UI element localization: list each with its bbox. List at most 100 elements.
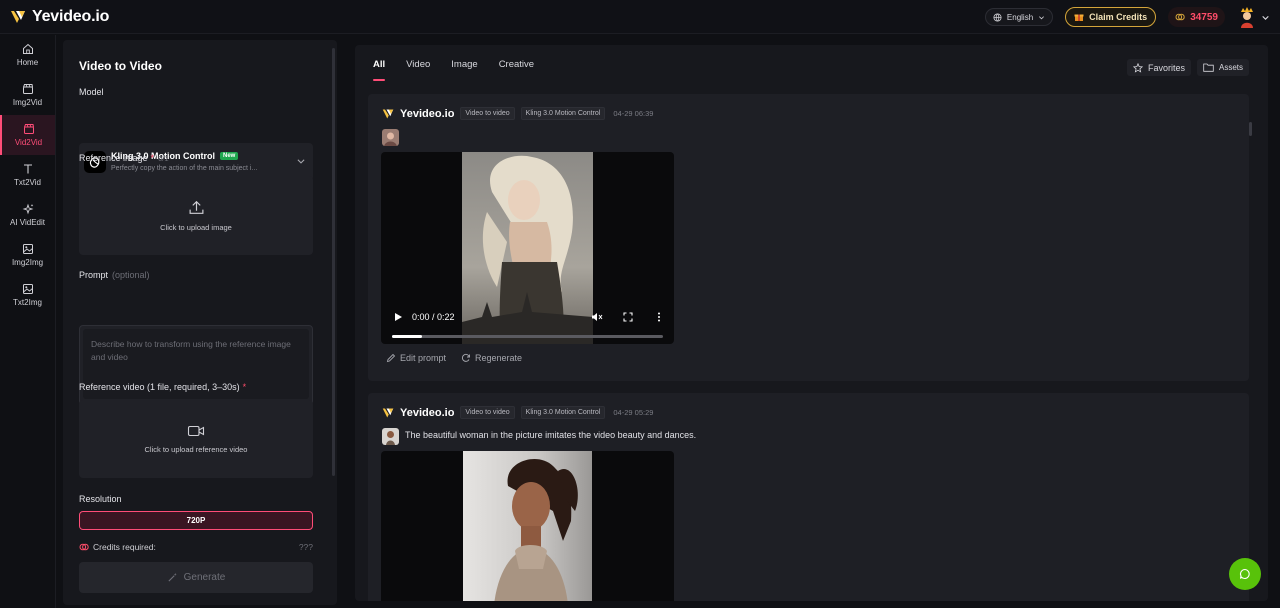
form-scrollbar[interactable] <box>332 48 335 476</box>
more-vertical-icon[interactable] <box>657 312 661 322</box>
model-description: Perfectly copy the action of the main su… <box>111 165 258 172</box>
assets-button[interactable]: Assets <box>1196 59 1249 76</box>
top-bar: Yevideo.io English Claim Credits 34759 <box>0 0 1280 34</box>
nav-item-txt2vid[interactable]: Txt2Vid <box>0 155 55 195</box>
coins-icon <box>79 543 89 551</box>
side-nav: Home Img2Vid Vid2Vid Txt2Vid AI VidEdit … <box>0 35 56 608</box>
video-player[interactable] <box>381 451 674 601</box>
ref-video-label-text: Reference video (1 file, required, 3–30s… <box>79 382 240 392</box>
prompt-label-text: Prompt <box>79 270 109 280</box>
nav-item-vid2vid[interactable]: Vid2Vid <box>0 115 55 155</box>
card-brand: Yevideo.io <box>400 107 455 120</box>
language-select[interactable]: English <box>984 8 1054 26</box>
user-menu[interactable] <box>1237 6 1270 28</box>
nav-label: Txt2Vid <box>14 178 41 187</box>
required-mark: * <box>242 382 247 392</box>
tab-creative[interactable]: Creative <box>499 59 534 81</box>
nav-item-txt2img[interactable]: Txt2Img <box>0 275 55 315</box>
regenerate-label: Regenerate <box>475 353 523 363</box>
ref-image-count: 0/1 <box>158 154 169 163</box>
edit-prompt-button[interactable]: Edit prompt <box>386 353 446 363</box>
panel-title: Video to Video <box>79 59 162 73</box>
new-badge: New <box>220 152 239 160</box>
play-icon[interactable] <box>394 312 403 322</box>
video-frame <box>463 451 592 601</box>
refresh-icon <box>462 353 470 362</box>
gift-icon <box>1074 14 1084 21</box>
language-label: English <box>1006 12 1034 22</box>
avatar <box>1241 7 1253 28</box>
credits-value: 34759 <box>1190 11 1218 23</box>
prompt-label: Prompt (optional) <box>79 270 150 280</box>
credits-required: Credits required: <box>79 542 156 552</box>
magic-wand-icon <box>168 572 177 582</box>
results-panel: All Video Image Creative Favorites Asset… <box>355 45 1268 601</box>
reference-thumbnail[interactable] <box>382 428 399 445</box>
chevron-down-icon <box>297 159 305 164</box>
upload-video-area[interactable]: Click to upload reference video <box>79 400 313 478</box>
logo-icon <box>382 408 394 417</box>
nav-label: Img2Img <box>11 258 44 267</box>
chat-icon <box>1239 568 1250 580</box>
resolution-option-720p[interactable]: 720P <box>79 511 313 530</box>
home-icon <box>22 43 33 54</box>
resolution-label: Resolution <box>79 494 122 504</box>
prompt-field[interactable]: Describe how to transform using the refe… <box>79 325 313 406</box>
chevron-down-icon <box>1262 15 1269 20</box>
credits-required-value: ??? <box>298 542 313 552</box>
favorites-label: Favorites <box>1147 62 1185 73</box>
reference-thumbnail[interactable] <box>382 129 399 146</box>
mute-icon[interactable] <box>591 312 603 322</box>
sparkle-icon <box>22 203 33 215</box>
nav-item-ai-videdit[interactable]: AI VidEdit <box>0 195 55 235</box>
video-player[interactable]: 0:00 / 0:22 <box>381 152 674 344</box>
claim-credits-button[interactable]: Claim Credits <box>1065 7 1157 27</box>
assets-label: Assets <box>1218 63 1243 72</box>
claim-credits-label: Claim Credits <box>1089 12 1148 22</box>
clapper-icon <box>22 84 33 94</box>
fullscreen-icon[interactable] <box>623 312 633 322</box>
clapper-icon <box>23 124 34 134</box>
logo-icon <box>11 10 25 23</box>
timestamp: 04-29 06:39 <box>613 109 654 118</box>
logo-icon <box>382 109 394 118</box>
logo[interactable]: Yevideo.io <box>10 8 109 26</box>
favorites-button[interactable]: Favorites <box>1126 59 1191 76</box>
upload-image-area[interactable]: Click to upload image <box>79 176 313 255</box>
results-scrollbar[interactable] <box>1249 122 1252 136</box>
nav-item-img2vid[interactable]: Img2Vid <box>0 75 55 115</box>
video-time: 0:00 / 0:22 <box>412 312 455 322</box>
credits-required-label: Credits required: <box>93 542 156 552</box>
regenerate-button[interactable]: Regenerate <box>461 353 522 363</box>
star-icon <box>1132 62 1143 73</box>
type-chip: Video to video <box>460 406 515 419</box>
ref-video-label: Reference video (1 file, required, 3–30s… <box>79 382 246 392</box>
edit-prompt-label: Edit prompt <box>400 353 447 363</box>
video-controls: 0:00 / 0:22 <box>381 302 674 344</box>
card-header: Yevideo.io Video to video Kling 3.0 Moti… <box>382 107 653 120</box>
type-chip: Video to video <box>460 107 515 120</box>
upload-icon <box>189 200 203 214</box>
tab-image[interactable]: Image <box>451 59 477 81</box>
tab-video[interactable]: Video <box>406 59 430 81</box>
pencil-icon <box>386 353 396 363</box>
card-prompt-text: The beautiful woman in the picture imita… <box>405 430 697 440</box>
generate-button[interactable]: Generate <box>79 562 313 593</box>
globe-icon <box>993 12 1002 22</box>
chevron-down-icon <box>1039 15 1045 19</box>
result-card: Yevideo.io Video to video Kling 3.0 Moti… <box>368 393 1249 601</box>
chat-button[interactable] <box>1229 558 1261 590</box>
ref-image-label-text: Reference image <box>79 153 148 163</box>
credits-balance[interactable]: 34759 <box>1168 7 1225 27</box>
video-progress[interactable] <box>392 335 663 338</box>
nav-label: Home <box>16 58 39 67</box>
model-chip: Kling 3.0 Motion Control <box>520 406 606 419</box>
upload-image-text: Click to upload image <box>160 223 232 232</box>
form-panel: Video to Video Model Kling 3.0 Motion Co… <box>63 40 337 605</box>
tab-all[interactable]: All <box>373 59 386 81</box>
nav-item-home[interactable]: Home <box>0 35 55 75</box>
model-label: Model <box>79 87 104 97</box>
nav-item-img2img[interactable]: Img2Img <box>0 235 55 275</box>
text-icon <box>23 164 32 174</box>
nav-label: Img2Vid <box>12 98 43 107</box>
